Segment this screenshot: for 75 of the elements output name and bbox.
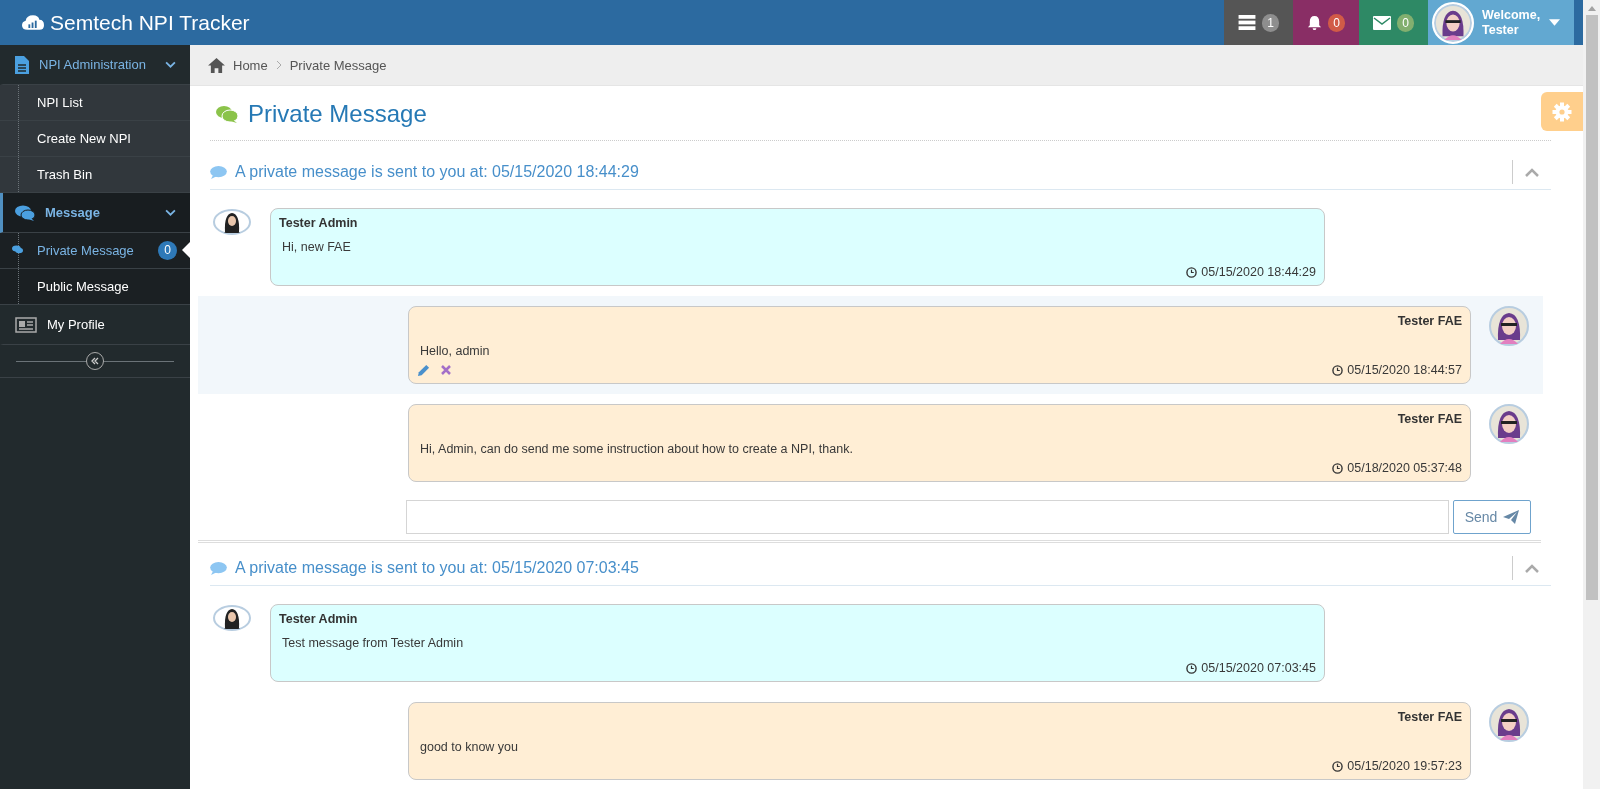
message-author: Tester Admin [279,612,359,626]
speech-bubble-icon [210,561,227,575]
message-time: 05/15/2020 18:44:57 [1347,363,1462,377]
avatar [1489,702,1529,742]
chevron-down-icon [165,59,176,70]
chevron-up-icon [1525,167,1539,177]
count-badge: 0 [1397,13,1414,32]
message-time: 05/15/2020 18:44:29 [1201,265,1316,279]
chevron-right-icon [275,60,282,70]
navbar-button[interactable]: 0 [1293,0,1359,45]
avatar [212,208,252,238]
reply-field[interactable] [406,500,1449,534]
message-text: Hello, admin [419,344,491,358]
avatar [1489,306,1529,346]
message-author: Tester FAE [1396,412,1462,426]
user-name: Tester [1482,22,1520,38]
chat-bubbles-icon [12,245,23,254]
chat-bubbles-icon [216,105,238,123]
speech-bubble-icon [210,165,227,179]
message-text: Hi, Admin, can do send me some instruction about how to create a NPI, thank. [419,442,854,456]
document-icon [15,55,29,74]
message-time: 05/15/2020 07:03:45 [1201,661,1316,675]
message-text: good to know you [419,740,519,754]
app-title: Semtech NPI Tracker [50,10,250,35]
close-icon[interactable] [440,364,452,376]
avatar [1489,404,1529,444]
breadcrumb-link[interactable]: Home [233,57,268,73]
count-badge: 0 [1328,13,1345,32]
caret-down-icon [1549,19,1560,26]
sidebar-subitem[interactable]: Public Message [0,269,190,305]
clock-icon [1186,266,1198,278]
thread-title: A private message is sent to you at: 05/15/2020 18:44:29 [235,163,640,181]
message-time: 05/18/2020 05:37:48 [1347,461,1462,475]
count-badge: 0 [158,241,177,260]
server-icon [1238,15,1256,30]
chat-bubbles-icon [15,204,35,221]
message-author: Tester FAE [1396,314,1462,328]
bell-icon [1307,15,1322,30]
sidebar-item[interactable]: My Profile [0,305,190,345]
scrollbar[interactable] [1583,0,1600,789]
thread-title: A private message is sent to you at: 05/15/2020 07:03:45 [235,559,640,577]
sidebar-subitem[interactable]: Private Message 0 [0,233,190,269]
sidebar-item[interactable]: Message [0,193,190,233]
clock-icon [1332,760,1344,772]
home-icon [208,57,225,73]
sidebar-subitem[interactable]: Create New NPI [0,121,190,157]
scroll-up-icon[interactable] [1587,5,1596,11]
message-time: 05/15/2020 19:57:23 [1347,759,1462,773]
gear-icon [1552,101,1572,122]
clock-icon [1186,662,1198,674]
paper-plane-icon [1503,510,1520,524]
sidebar-subitem[interactable]: Trash Bin [0,157,190,193]
chevron-up-icon [1525,563,1539,573]
envelope-icon [1373,15,1391,30]
page-title: Private Message [248,100,427,128]
sidebar-subitem[interactable]: NPI List [0,85,190,121]
clock-icon [1332,462,1344,474]
collapse-sidebar-button[interactable] [86,352,104,370]
count-badge: 1 [1262,13,1279,32]
clock-icon [1332,364,1344,376]
pencil-icon[interactable] [417,364,430,377]
welcome-text: Welcome, [1482,7,1541,23]
chevron-down-icon [165,207,176,218]
avatar [212,604,252,634]
message-text: Hi, new FAE [281,240,352,254]
message-text: Test message from Tester Admin [281,636,465,650]
cloud-chart-icon [22,14,44,31]
double-chevron-left-icon [90,356,100,366]
newspaper-icon [15,316,37,333]
message-author: Tester FAE [1396,710,1462,724]
settings-button[interactable] [1541,92,1583,131]
message-author: Tester Admin [279,216,359,230]
avatar [1432,1,1474,44]
breadcrumb-current: Private Message [289,57,387,73]
send-button[interactable]: Send [1453,500,1531,534]
